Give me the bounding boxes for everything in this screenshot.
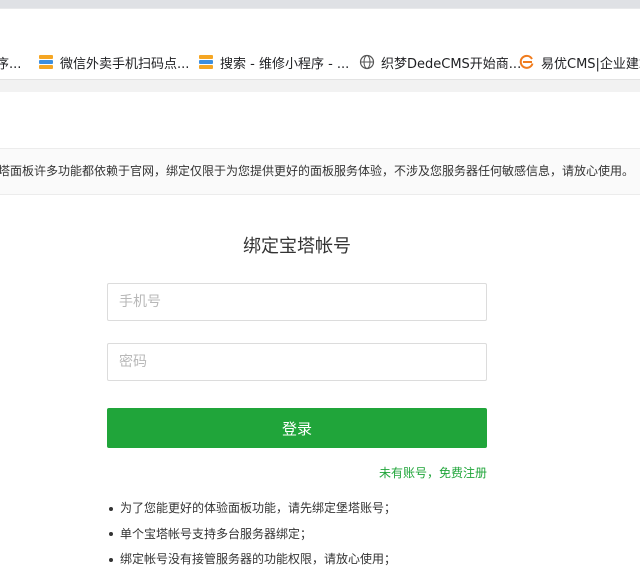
bookmark-label: 微信外卖手机扫码点... (60, 56, 190, 72)
bookmark-item[interactable]: 易优CMS|企业建站 (519, 45, 640, 79)
bookmark-label: 序... (0, 56, 22, 72)
bookmark-label: 易优CMS|企业建站 (541, 56, 640, 72)
list-item: 单个宝塔帐号支持多台服务器绑定； (107, 522, 396, 548)
tips-list: 为了您能更好的体验面板功能，请先绑定堡塔账号； 单个宝塔帐号支持多台服务器绑定；… (107, 496, 396, 573)
page-top-band (0, 80, 640, 92)
bullet-icon (109, 532, 113, 536)
browser-tab-strip (0, 0, 640, 8)
globe-icon (359, 54, 375, 70)
bullet-icon (109, 506, 113, 511)
phone-input[interactable] (107, 283, 487, 321)
bookmark-label: 织梦DedeCMS开始商... (381, 56, 522, 72)
bookmark-item[interactable]: 微信外卖手机扫码点... (38, 45, 189, 79)
password-input[interactable] (107, 343, 487, 381)
bullet-icon (109, 557, 113, 562)
stack-icon (199, 55, 213, 69)
list-item: 绑定帐号没有接管服务器的功能权限，请放心使用； (107, 547, 396, 573)
list-item: 为了您能更好的体验面板功能，请先绑定堡塔账号； (107, 496, 396, 522)
bookmark-label: 搜索 - 维修小程序 - ... (220, 56, 350, 72)
register-link[interactable]: 未有账号，免费注册 (107, 464, 487, 481)
bookmark-item[interactable]: 序... (0, 45, 21, 79)
notice-text: 塔面板许多功能都依赖于官网，绑定仅限于为您提供更好的面板服务体验，不涉及您服务器… (0, 164, 635, 178)
tip-text: 单个宝塔帐号支持多台服务器绑定； (120, 526, 313, 541)
register-link-label: 未有账号，免费注册 (378, 466, 487, 480)
bookmark-item[interactable]: 织梦DedeCMS开始商... (359, 45, 521, 79)
tip-text: 为了您能更好的体验面板功能，请先绑定堡塔账号； (120, 501, 397, 515)
browser-toolbar (0, 9, 640, 45)
login-button[interactable]: 登录 (107, 408, 487, 448)
stack-icon (39, 55, 53, 69)
eyou-logo-icon (519, 54, 534, 69)
notice-bar: 塔面板许多功能都依赖于官网，绑定仅限于为您提供更好的面板服务体验，不涉及您服务器… (0, 148, 640, 195)
bookmark-item[interactable]: 搜索 - 维修小程序 - ... (198, 45, 349, 79)
bookmarks-bar: 序... 微信外卖手机扫码点... 搜索 - 维修小程序 - ... 织梦Ded… (0, 45, 640, 80)
form-title: 绑定宝塔帐号 (243, 236, 351, 257)
tip-text: 绑定帐号没有接管服务器的功能权限，请放心使用； (120, 552, 397, 566)
